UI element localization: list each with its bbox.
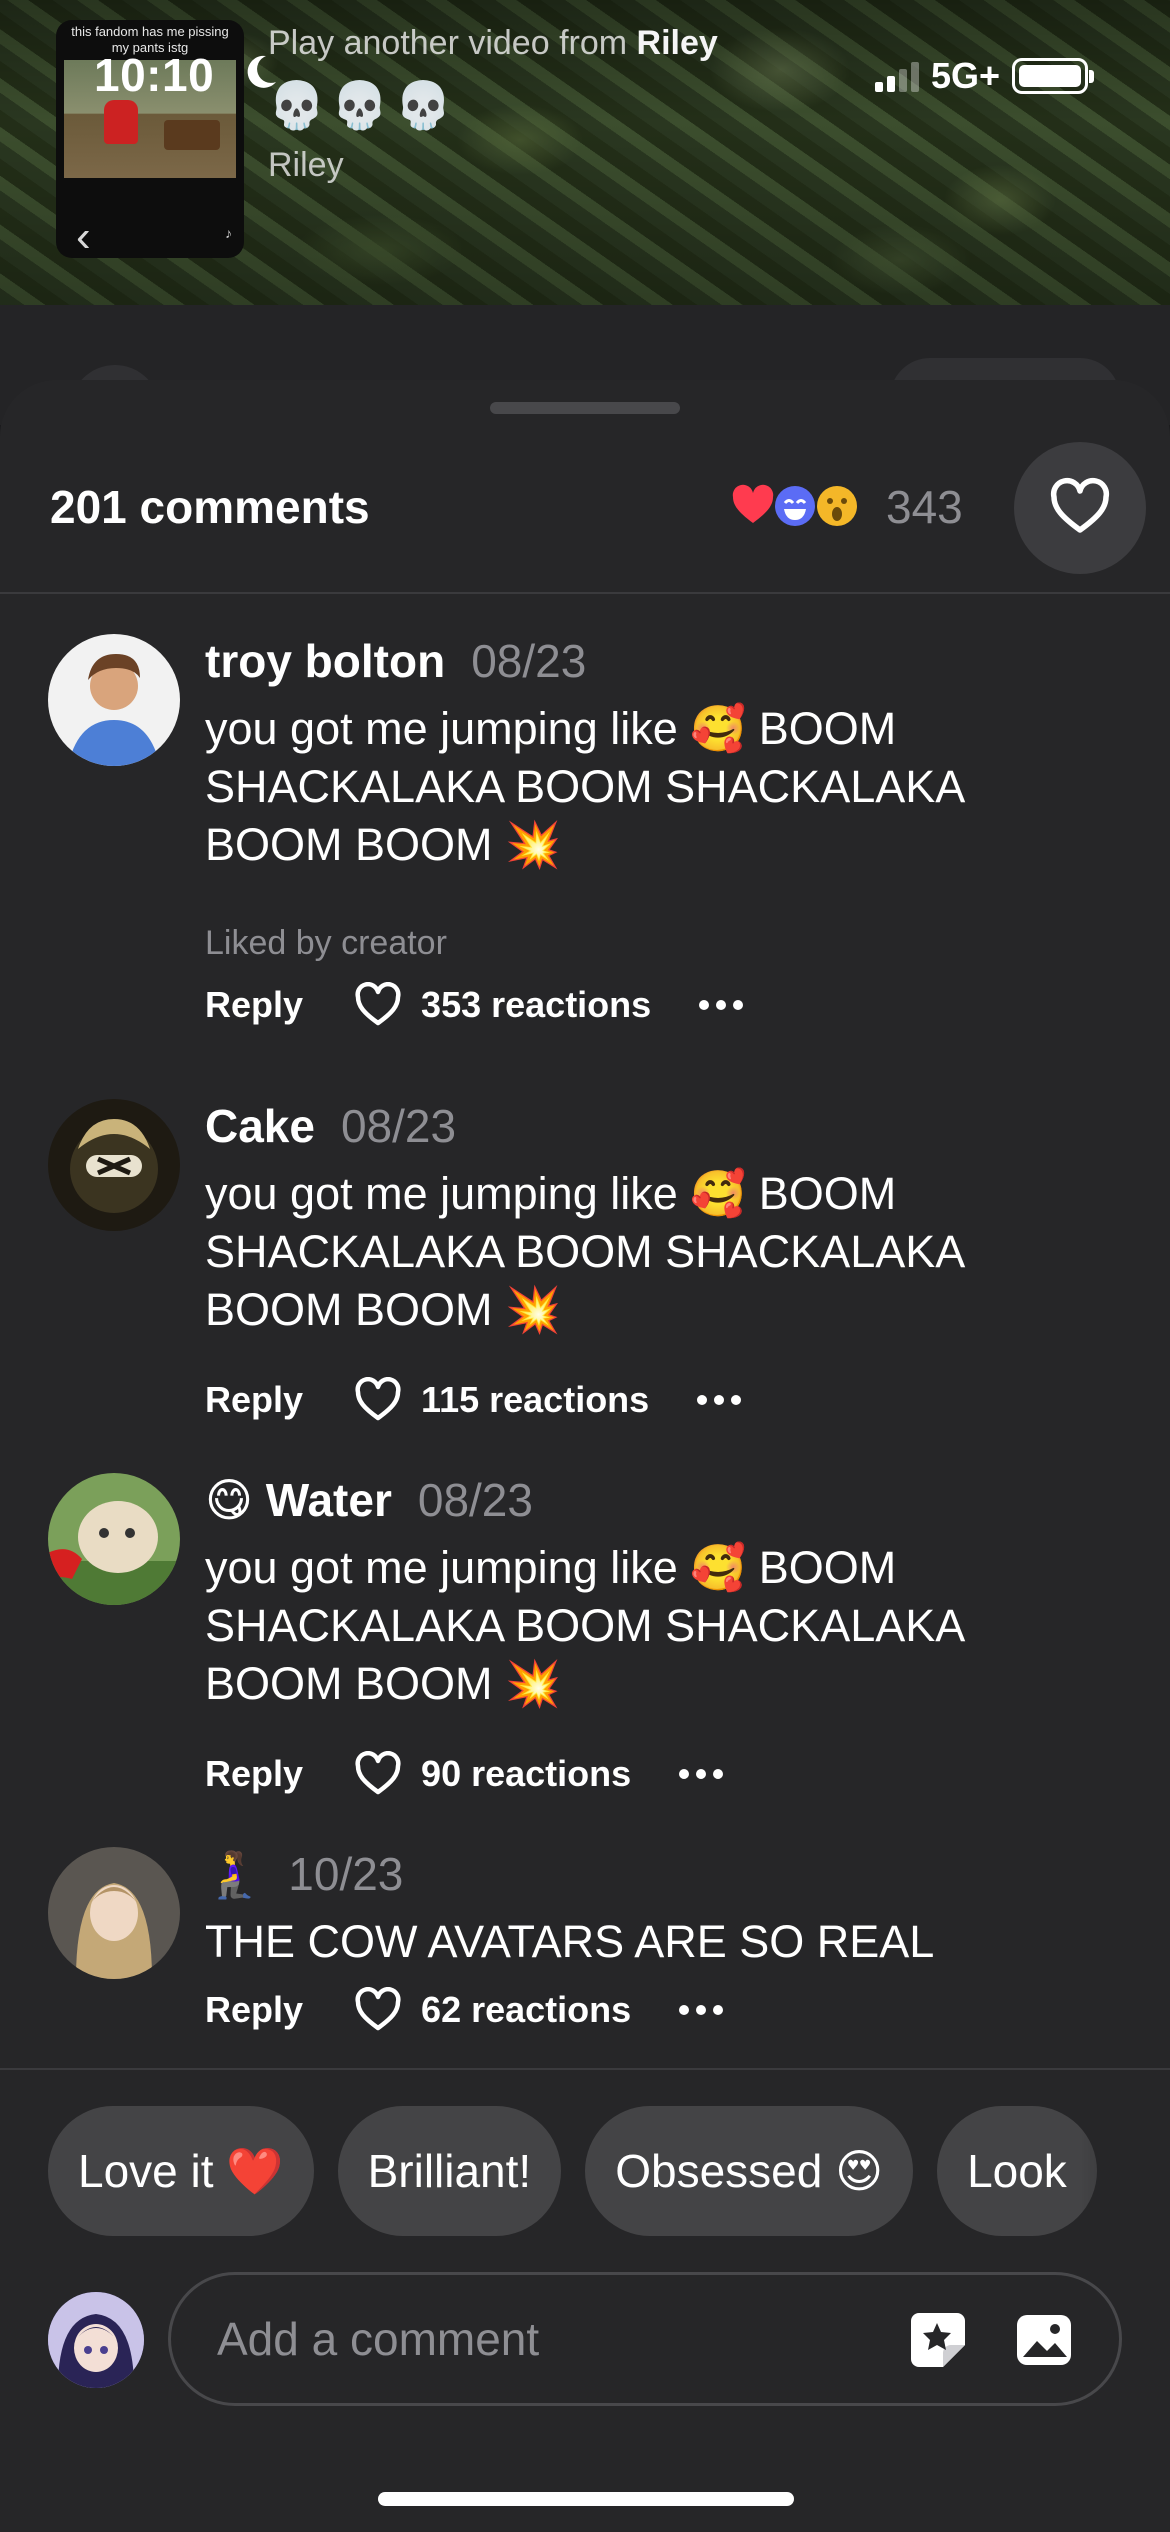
comments-count: 201 comments	[50, 481, 370, 533]
more-options-button[interactable]	[697, 1395, 742, 1405]
comment-header: troy bolton 08/23	[205, 634, 586, 688]
moon-icon	[247, 55, 276, 88]
comment-composer[interactable]	[168, 2272, 1122, 2406]
comments-sheet: 201 comments 343 troy bolton 08/23 you g…	[0, 380, 1170, 2532]
comments-screen: this fandom has me pissing my pants istg…	[0, 0, 1170, 2532]
battery-icon	[1012, 58, 1094, 94]
more-options-button[interactable]	[679, 1769, 724, 1779]
name-prefix-emoji: 🧎‍♀️	[205, 1848, 263, 1900]
reply-button[interactable]: Reply	[205, 1379, 303, 1421]
quick-reply-obsessed[interactable]: Obsessed 😍	[585, 2106, 914, 2236]
reactions-total: 343	[886, 481, 963, 533]
reply-button[interactable]: Reply	[205, 984, 303, 1026]
heart-outline-icon	[355, 982, 401, 1026]
quick-reply-row: Love it ❤️ Brilliant! Obsessed 😍 Look	[48, 2106, 1097, 2236]
comments-header: 201 comments 343	[0, 442, 1170, 594]
comment-header: 🧎‍♀️ 10/23	[205, 1847, 403, 1902]
react-button[interactable]: 62 reactions	[353, 1987, 631, 2033]
heart-outline-icon	[355, 1987, 401, 2031]
divider	[0, 2068, 1170, 2070]
home-indicator[interactable]	[378, 2492, 794, 2506]
back-chevron-icon[interactable]: ‹	[76, 215, 91, 259]
comment-date: 08/23	[471, 635, 587, 687]
reply-button[interactable]: Reply	[205, 1989, 303, 2031]
quick-reply-brilliant[interactable]: Brilliant!	[337, 2106, 562, 2236]
commenter-name-text: Water	[265, 1474, 392, 1526]
comment-date: 10/23	[288, 1848, 404, 1900]
comment-text: THE COW AVATARS ARE SO REAL	[205, 1916, 935, 1967]
reaction-count: 62 reactions	[421, 1989, 632, 2030]
play-another-prefix: Play another video from	[268, 24, 637, 62]
comment-actions: Reply 353 reactions	[205, 982, 744, 1028]
liked-by-creator: Liked by creator	[205, 924, 447, 962]
react-button[interactable]: 115 reactions	[353, 1377, 649, 1423]
comment-actions: Reply 62 reactions	[205, 1987, 724, 2033]
commenter-avatar[interactable]	[48, 1099, 180, 1231]
more-options-button[interactable]	[699, 1000, 744, 1010]
more-options-button[interactable]	[679, 2005, 724, 2015]
tiktok-logo-icon: ♪	[225, 225, 232, 241]
react-button[interactable]: 90 reactions	[353, 1751, 631, 1797]
video-caption-emojis: 💀💀💀	[268, 79, 458, 131]
heart-outline-icon	[1050, 477, 1110, 533]
comment-text: you got me jumping like 🥰 BOOM SHACKALAK…	[205, 1168, 963, 1335]
comment-date: 08/23	[340, 1100, 457, 1152]
comment-input[interactable]	[217, 2275, 857, 2403]
wow-reaction-icon	[812, 481, 862, 531]
reaction-summary[interactable]	[728, 478, 857, 534]
like-post-button[interactable]	[1014, 442, 1146, 574]
comment-actions: Reply 90 reactions	[205, 1751, 724, 1797]
commenter-avatar[interactable]	[48, 1473, 180, 1605]
status-indicators: 5G+	[874, 55, 1094, 96]
quick-reply-love-it[interactable]: Love it ❤️	[48, 2106, 314, 2236]
sticker-icon[interactable]	[907, 2309, 969, 2371]
commenter-name[interactable]: 😋 Water	[205, 1473, 392, 1527]
comment-header: Cake 08/23	[205, 1099, 456, 1153]
reaction-count: 115 reactions	[421, 1379, 650, 1420]
comment-text: you got me jumping like 🥰 BOOM SHACKALAK…	[205, 1542, 963, 1709]
comment-text: you got me jumping like 🥰 BOOM SHACKALAK…	[205, 703, 963, 870]
status-time: 10:10	[94, 49, 215, 101]
sheet-grabber[interactable]	[490, 402, 680, 414]
comment-actions: Reply 115 reactions	[205, 1377, 742, 1423]
commenter-name[interactable]: Cake	[205, 1099, 315, 1153]
reaction-count: 90 reactions	[421, 1753, 632, 1794]
react-button[interactable]: 353 reactions	[353, 982, 651, 1028]
name-prefix-emoji: 😋	[205, 1474, 253, 1526]
commenter-name[interactable]: 🧎‍♀️	[205, 1847, 262, 1902]
heart-outline-icon	[355, 1751, 401, 1795]
network-label: 5G+	[930, 55, 1000, 96]
image-icon[interactable]	[1013, 2309, 1075, 2371]
signal-icon	[874, 60, 919, 92]
commenter-avatar[interactable]	[48, 1847, 180, 1979]
quick-reply-fade	[1080, 2096, 1170, 2246]
quick-reply-look[interactable]: Look	[937, 2106, 1097, 2236]
commenter-avatar[interactable]	[48, 634, 180, 766]
commenter-name[interactable]: troy bolton	[205, 634, 445, 688]
play-another-label[interactable]: Play another video from Riley	[268, 24, 718, 63]
play-another-author: Riley	[636, 24, 718, 62]
current-user-avatar[interactable]	[48, 2292, 144, 2388]
reply-button[interactable]: Reply	[205, 1753, 303, 1795]
reaction-count: 353 reactions	[421, 984, 652, 1025]
comment-header: 😋 Water 08/23	[205, 1473, 533, 1527]
video-author-name: Riley	[268, 146, 344, 184]
heart-outline-icon	[355, 1377, 401, 1421]
comment-date: 08/23	[417, 1474, 533, 1526]
